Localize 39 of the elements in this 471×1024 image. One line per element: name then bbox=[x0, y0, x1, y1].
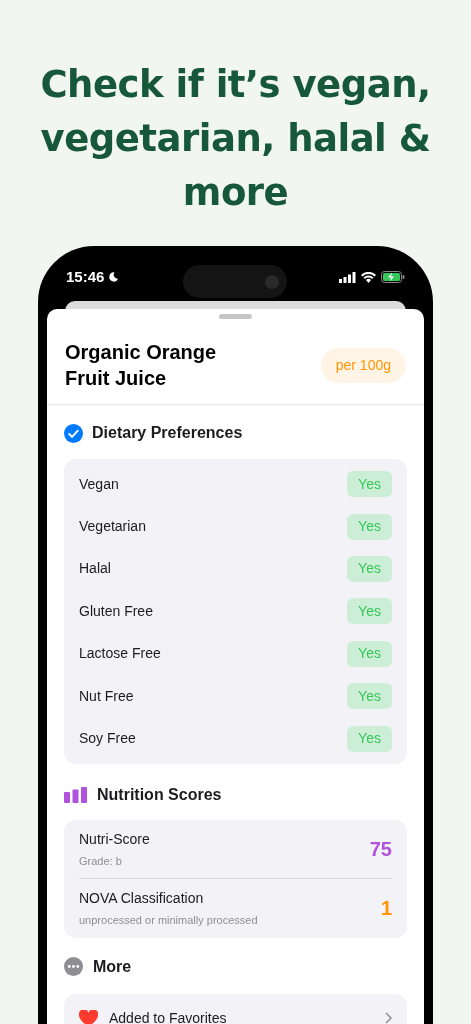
preference-label: Vegetarian bbox=[79, 517, 146, 537]
serving-basis-badge: per 100g bbox=[320, 347, 406, 383]
status-time: 15:46 bbox=[66, 266, 105, 287]
moon-icon bbox=[108, 271, 120, 283]
preference-label: Lactose Free bbox=[79, 644, 161, 664]
section-title: Nutrition Scores bbox=[97, 784, 222, 805]
yes-badge: Yes bbox=[347, 683, 392, 710]
yes-badge: Yes bbox=[347, 513, 392, 540]
score-detail: Grade: b bbox=[79, 853, 123, 869]
preference-label: Nut Free bbox=[79, 686, 134, 706]
preference-label: Halal bbox=[79, 559, 111, 579]
grabber[interactable] bbox=[219, 314, 252, 319]
bar-chart-icon bbox=[64, 786, 87, 803]
yes-badge: Yes bbox=[347, 640, 392, 667]
score-value: 75 bbox=[369, 837, 392, 862]
preference-label: Vegan bbox=[79, 474, 119, 494]
product-name: Organic Orange Fruit Juice bbox=[65, 340, 218, 391]
yes-badge: Yes bbox=[347, 471, 392, 498]
score-label: Nutri-Score bbox=[79, 829, 150, 849]
favorites-label: Added to Favorites bbox=[109, 1008, 227, 1024]
headline: Check if it’s vegan, vegetarian, halal & more bbox=[39, 62, 432, 216]
preference-label: Soy Free bbox=[79, 729, 136, 749]
battery-charging-icon bbox=[381, 271, 405, 283]
score-label: NOVA Classification bbox=[79, 889, 205, 909]
yes-badge: Yes bbox=[347, 598, 392, 625]
favorites-row[interactable]: Added to Favorites bbox=[79, 993, 392, 1024]
chevron-right-icon bbox=[385, 1012, 392, 1024]
score-detail: unprocessed or minimally processed bbox=[79, 913, 258, 929]
section-title: Dietary Preferences bbox=[92, 423, 243, 443]
section-title: More bbox=[93, 956, 132, 977]
yes-badge: Yes bbox=[347, 725, 392, 752]
score-value: 1 bbox=[380, 896, 392, 922]
preference-label: Gluten Free bbox=[79, 601, 153, 621]
more-icon bbox=[64, 957, 83, 977]
heart-icon bbox=[79, 1009, 98, 1024]
yes-badge: Yes bbox=[347, 555, 392, 582]
wifi-icon bbox=[361, 271, 376, 283]
signal-icon bbox=[339, 271, 356, 283]
checkmark-circle-icon bbox=[64, 423, 83, 443]
